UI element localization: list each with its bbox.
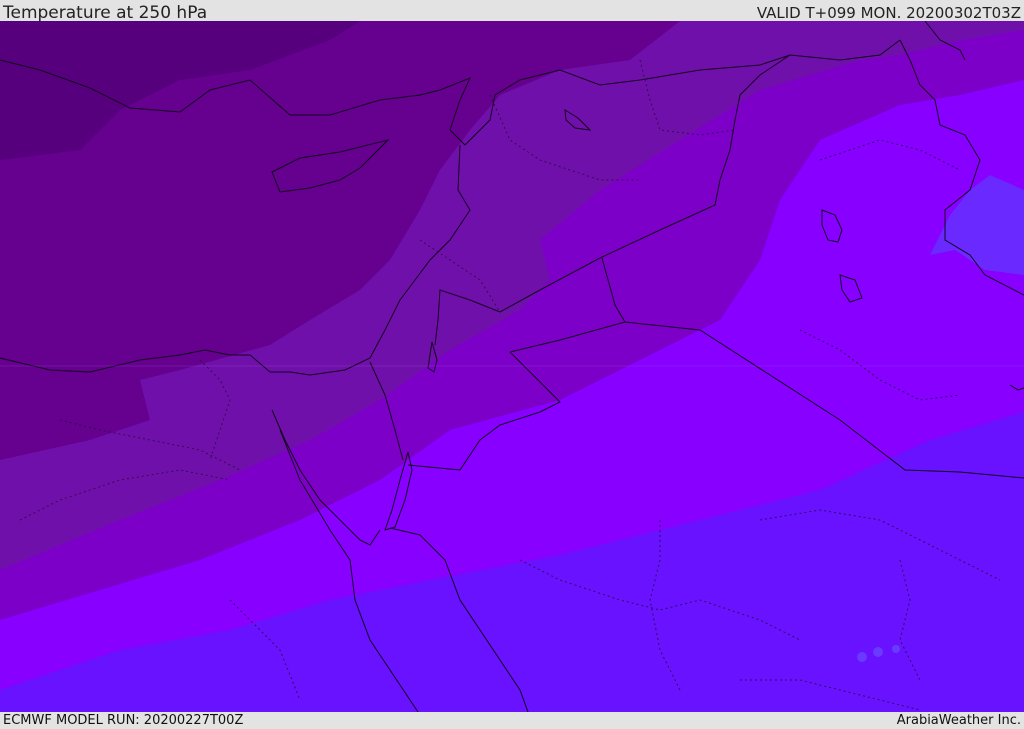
brand-label: ArabiaWeather Inc. <box>896 713 1021 728</box>
warm-spot-3 <box>892 645 900 653</box>
warm-spot-1 <box>857 652 867 662</box>
map-title: Temperature at 250 hPa <box>3 3 208 23</box>
model-run-label: ECMWF MODEL RUN: 20200227T00Z <box>3 713 244 728</box>
warm-spot-2 <box>873 647 883 657</box>
valid-time: VALID T+099 MON. 20200302T03Z <box>756 4 1021 22</box>
top-bar: Temperature at 250 hPa VALID T+099 MON. … <box>0 0 1024 23</box>
bottom-bar: ECMWF MODEL RUN: 20200227T00Z ArabiaWeat… <box>0 712 1024 729</box>
temperature-map <box>0 21 1024 712</box>
